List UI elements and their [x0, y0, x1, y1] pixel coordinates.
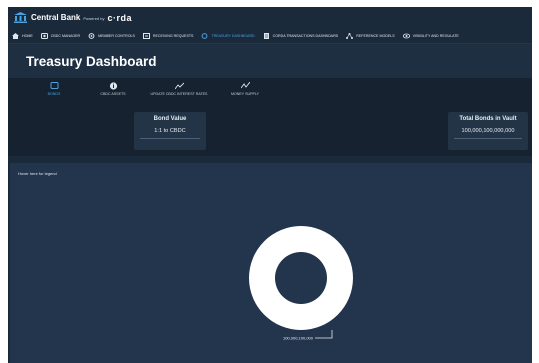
chart-panel: Hover here for legend 100,000,100,000 — [10, 163, 532, 363]
tab-update-interest-rates[interactable]: UPDATE CBDC INTEREST RATES — [144, 82, 214, 96]
nav-item-member-controls[interactable]: MEMBER CONTROLS — [88, 32, 135, 39]
network-icon — [346, 32, 354, 39]
cards-area: Bond Value 1:1 to CBDC Total Bonds in Va… — [8, 108, 532, 156]
powered-by-label: Powered by — [83, 16, 105, 21]
page-title: Treasury Dashboard — [26, 53, 157, 69]
bank-icon — [14, 12, 27, 23]
nav-label: VISIBILITY AND REGULATE — [412, 33, 459, 38]
card-value: 1:1 to CBDC — [154, 128, 186, 134]
app-window: Central Bank Powered by c·rda HOME CBDC … — [8, 7, 532, 363]
coins-icon — [40, 32, 48, 39]
nav-item-corda-transactions[interactable]: CORDA TRANSACTIONS DASHBOARD — [263, 32, 339, 39]
nav-label: MEMBER CONTROLS — [98, 33, 135, 38]
document-icon — [263, 32, 269, 39]
brand-name: Central Bank — [31, 13, 81, 22]
donut-chart: 100,000,100,000 — [249, 226, 353, 341]
tabs-bar: BONDS CBDC ASSETS UPDATE CBDC INTEREST R… — [8, 78, 532, 108]
nav-item-visibility-regulate[interactable]: VISIBILITY AND REGULATE — [402, 33, 459, 39]
main-nav: HOME CBDC MANAGER MEMBER CONTROLS RECEIV… — [8, 28, 532, 44]
nav-item-reference-models[interactable]: REFERENCE MODELS — [346, 32, 395, 39]
slice-label: 100,000,100,000 — [283, 336, 314, 341]
card-value: 100,000,100,000,000 — [461, 128, 515, 134]
tab-cbdc-assets[interactable]: CBDC ASSETS — [85, 82, 141, 96]
nav-item-treasury-dashboard[interactable]: TREASURY DASHBOARD — [201, 32, 255, 39]
square-icon — [50, 82, 58, 89]
tab-money-supply[interactable]: MONEY SUPPLY — [217, 82, 273, 96]
tab-label: CBDC ASSETS — [100, 92, 126, 96]
inbox-icon — [142, 32, 150, 39]
nav-label: REFERENCE MODELS — [356, 33, 395, 38]
nav-item-home[interactable]: HOME — [12, 32, 33, 39]
card-underline — [140, 138, 200, 139]
chart-line-icon — [240, 82, 250, 89]
nav-label: CBDC MANAGER — [50, 33, 81, 38]
card-title: Total Bonds in Vault — [459, 116, 517, 122]
gear-icon — [88, 32, 95, 39]
corda-logo: c·rda — [107, 12, 132, 23]
nav-item-cbdc-manager[interactable]: CBDC MANAGER — [40, 32, 81, 39]
donut-slice[interactable] — [249, 226, 353, 330]
nav-label: HOME — [22, 33, 33, 38]
card-underline — [454, 138, 522, 139]
tab-bonds[interactable]: BONDS — [26, 82, 82, 96]
nav-item-receiving-requests[interactable]: RECEIVING REQUESTS — [142, 32, 194, 39]
nav-label: RECEIVING REQUESTS — [152, 33, 194, 38]
card-title: Bond Value — [153, 116, 187, 122]
tab-label: MONEY SUPPLY — [230, 92, 260, 96]
info-icon — [109, 82, 117, 90]
nav-label: CORDA TRANSACTIONS DASHBOARD — [272, 33, 339, 38]
eye-icon — [402, 33, 410, 38]
home-icon — [12, 32, 19, 39]
bond-value-card: Bond Value 1:1 to CBDC — [134, 112, 206, 150]
nav-label: TREASURY DASHBOARD — [211, 33, 255, 38]
trend-icon — [174, 82, 184, 90]
title-bar: Treasury Dashboard — [8, 44, 532, 78]
tab-label: BONDS — [47, 92, 61, 96]
label-leader-line — [315, 330, 333, 339]
brand-bar: Central Bank Powered by c·rda — [8, 7, 532, 28]
total-bonds-card: Total Bonds in Vault 100,000,100,000,000 — [448, 112, 528, 150]
tab-label: UPDATE CBDC INTEREST RATES — [150, 92, 208, 96]
circle-icon — [202, 32, 208, 39]
